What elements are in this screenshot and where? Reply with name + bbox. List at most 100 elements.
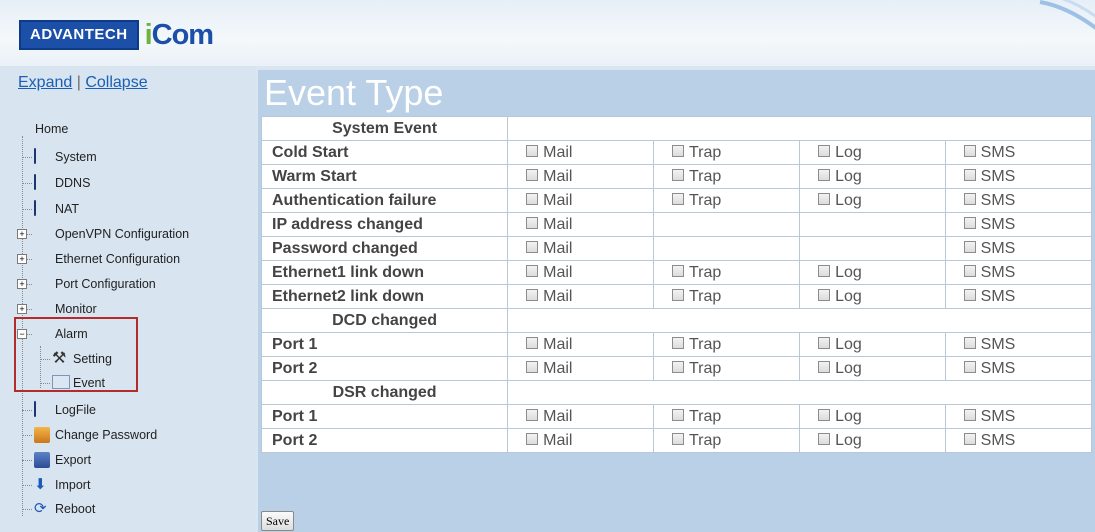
log-checkbox[interactable] bbox=[818, 337, 831, 350]
sms-checkbox[interactable] bbox=[963, 193, 976, 206]
mail-option[interactable]: Mail bbox=[526, 408, 572, 425]
sidebar-item-ddns[interactable]: DDNS bbox=[34, 172, 90, 194]
mail-option[interactable]: Mail bbox=[526, 192, 572, 209]
sms-option[interactable]: SMS bbox=[963, 192, 1015, 209]
mail-option[interactable]: Mail bbox=[526, 360, 572, 377]
mail-option[interactable]: Mail bbox=[526, 336, 572, 353]
sidebar-item-import[interactable]: ⬇ Import bbox=[34, 474, 90, 496]
sms-checkbox[interactable] bbox=[963, 337, 976, 350]
trap-option[interactable]: Trap bbox=[671, 264, 721, 281]
sms-option[interactable]: SMS bbox=[963, 408, 1015, 425]
trap-checkbox[interactable] bbox=[671, 289, 684, 302]
trap-option[interactable]: Trap bbox=[671, 288, 721, 305]
sms-checkbox[interactable] bbox=[963, 433, 976, 446]
trap-checkbox[interactable] bbox=[671, 145, 684, 158]
sidebar-item-openvpn-configuration[interactable]: OpenVPN Configuration bbox=[34, 223, 189, 245]
mail-option[interactable]: Mail bbox=[526, 240, 572, 257]
trap-checkbox[interactable] bbox=[671, 265, 684, 278]
trap-option[interactable]: Trap bbox=[671, 360, 721, 377]
sms-checkbox[interactable] bbox=[963, 361, 976, 374]
trap-checkbox[interactable] bbox=[671, 361, 684, 374]
mail-option[interactable]: Mail bbox=[526, 288, 572, 305]
sidebar-item-port-configuration[interactable]: Port Configuration bbox=[34, 273, 156, 295]
sms-option[interactable]: SMS bbox=[963, 264, 1015, 281]
trap-checkbox[interactable] bbox=[671, 169, 684, 182]
sms-checkbox[interactable] bbox=[963, 145, 976, 158]
log-option[interactable]: Log bbox=[818, 336, 862, 353]
mail-checkbox[interactable] bbox=[526, 169, 539, 182]
sidebar-item-system[interactable]: System bbox=[34, 146, 97, 168]
log-option[interactable]: Log bbox=[818, 288, 862, 305]
sms-option[interactable]: SMS bbox=[963, 240, 1015, 257]
mail-label: Mail bbox=[543, 431, 573, 449]
sms-option[interactable]: SMS bbox=[963, 336, 1015, 353]
save-button[interactable]: Save bbox=[261, 511, 295, 531]
mail-option[interactable]: Mail bbox=[526, 168, 572, 185]
trap-option[interactable]: Trap bbox=[671, 336, 721, 353]
log-option[interactable]: Log bbox=[818, 408, 862, 425]
trap-option[interactable]: Trap bbox=[671, 168, 721, 185]
sms-option[interactable]: SMS bbox=[963, 144, 1015, 161]
log-checkbox[interactable] bbox=[818, 169, 831, 182]
expand-node-toggle[interactable]: + bbox=[17, 279, 27, 289]
mail-checkbox[interactable] bbox=[526, 217, 539, 230]
mail-checkbox[interactable] bbox=[526, 193, 539, 206]
expand-node-toggle[interactable]: + bbox=[17, 229, 27, 239]
mail-checkbox[interactable] bbox=[526, 361, 539, 374]
trap-option[interactable]: Trap bbox=[671, 432, 721, 449]
sidebar-item-ethernet-configuration[interactable]: Ethernet Configuration bbox=[34, 248, 180, 270]
log-checkbox[interactable] bbox=[818, 433, 831, 446]
mail-checkbox[interactable] bbox=[526, 241, 539, 254]
sms-option[interactable]: SMS bbox=[963, 168, 1015, 185]
sms-option[interactable]: SMS bbox=[963, 432, 1015, 449]
sidebar-item-change-password[interactable]: Change Password bbox=[34, 424, 157, 446]
trap-checkbox[interactable] bbox=[671, 409, 684, 422]
mail-option[interactable]: Mail bbox=[526, 264, 572, 281]
expand-node-toggle[interactable]: + bbox=[17, 254, 27, 264]
expand-node-toggle[interactable]: + bbox=[17, 304, 27, 314]
mail-option[interactable]: Mail bbox=[526, 432, 572, 449]
log-checkbox[interactable] bbox=[818, 193, 831, 206]
sidebar-item-nat[interactable]: NAT bbox=[34, 198, 79, 220]
trap-checkbox[interactable] bbox=[671, 433, 684, 446]
log-option[interactable]: Log bbox=[818, 144, 862, 161]
sidebar-item-export[interactable]: Export bbox=[34, 449, 91, 471]
sidebar-item-logfile[interactable]: LogFile bbox=[34, 399, 96, 421]
collapse-link[interactable]: Collapse bbox=[85, 74, 147, 91]
log-option[interactable]: Log bbox=[818, 192, 862, 209]
sidebar-item-home[interactable]: Home bbox=[14, 118, 68, 140]
mail-checkbox[interactable] bbox=[526, 433, 539, 446]
log-checkbox[interactable] bbox=[818, 265, 831, 278]
mail-checkbox[interactable] bbox=[526, 337, 539, 350]
sidebar-item-reboot[interactable]: ⟳ Reboot bbox=[34, 498, 95, 520]
sms-option[interactable]: SMS bbox=[963, 360, 1015, 377]
sms-checkbox[interactable] bbox=[963, 217, 976, 230]
mail-checkbox[interactable] bbox=[526, 409, 539, 422]
trap-checkbox[interactable] bbox=[671, 193, 684, 206]
mail-option[interactable]: Mail bbox=[526, 216, 572, 233]
log-option[interactable]: Log bbox=[818, 432, 862, 449]
trap-option[interactable]: Trap bbox=[671, 192, 721, 209]
expand-link[interactable]: Expand bbox=[18, 74, 72, 91]
log-option[interactable]: Log bbox=[818, 264, 862, 281]
trap-option[interactable]: Trap bbox=[671, 144, 721, 161]
sms-checkbox[interactable] bbox=[963, 409, 976, 422]
sms-option[interactable]: SMS bbox=[963, 216, 1015, 233]
mail-checkbox[interactable] bbox=[526, 289, 539, 302]
sms-checkbox[interactable] bbox=[963, 265, 976, 278]
sms-option[interactable]: SMS bbox=[963, 288, 1015, 305]
log-option[interactable]: Log bbox=[818, 360, 862, 377]
sms-checkbox[interactable] bbox=[963, 241, 976, 254]
trap-checkbox[interactable] bbox=[671, 337, 684, 350]
log-checkbox[interactable] bbox=[818, 361, 831, 374]
log-checkbox[interactable] bbox=[818, 145, 831, 158]
sms-checkbox[interactable] bbox=[963, 289, 976, 302]
log-checkbox[interactable] bbox=[818, 289, 831, 302]
mail-option[interactable]: Mail bbox=[526, 144, 572, 161]
trap-option[interactable]: Trap bbox=[671, 408, 721, 425]
log-option[interactable]: Log bbox=[818, 168, 862, 185]
log-checkbox[interactable] bbox=[818, 409, 831, 422]
mail-checkbox[interactable] bbox=[526, 145, 539, 158]
mail-checkbox[interactable] bbox=[526, 265, 539, 278]
sms-checkbox[interactable] bbox=[963, 169, 976, 182]
